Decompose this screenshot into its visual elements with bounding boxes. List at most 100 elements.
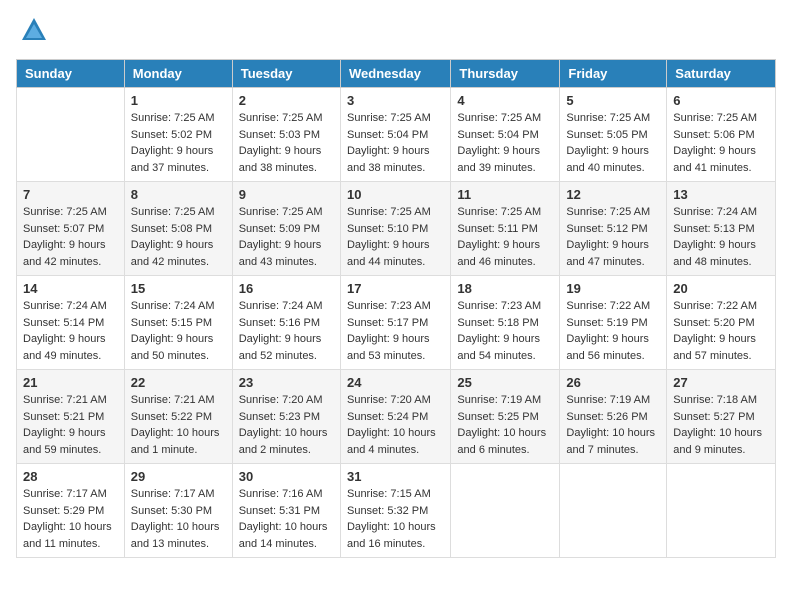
day-number: 21 xyxy=(23,375,118,390)
day-detail: Sunrise: 7:25 AMSunset: 5:08 PMDaylight:… xyxy=(131,204,226,270)
calendar-cell xyxy=(17,88,125,182)
day-detail: Sunrise: 7:24 AMSunset: 5:13 PMDaylight:… xyxy=(673,204,769,270)
calendar-cell: 30 Sunrise: 7:16 AMSunset: 5:31 PMDaylig… xyxy=(232,464,340,558)
day-detail: Sunrise: 7:25 AMSunset: 5:04 PMDaylight:… xyxy=(457,110,553,176)
day-detail: Sunrise: 7:20 AMSunset: 5:24 PMDaylight:… xyxy=(347,392,444,458)
day-detail: Sunrise: 7:21 AMSunset: 5:22 PMDaylight:… xyxy=(131,392,226,458)
calendar-cell: 2 Sunrise: 7:25 AMSunset: 5:03 PMDayligh… xyxy=(232,88,340,182)
calendar-week-row: 14 Sunrise: 7:24 AMSunset: 5:14 PMDaylig… xyxy=(17,276,776,370)
day-detail: Sunrise: 7:23 AMSunset: 5:18 PMDaylight:… xyxy=(457,298,553,364)
calendar-cell: 5 Sunrise: 7:25 AMSunset: 5:05 PMDayligh… xyxy=(560,88,667,182)
calendar-cell: 21 Sunrise: 7:21 AMSunset: 5:21 PMDaylig… xyxy=(17,370,125,464)
weekday-header-sunday: Sunday xyxy=(17,60,125,88)
calendar-cell xyxy=(667,464,776,558)
day-detail: Sunrise: 7:22 AMSunset: 5:20 PMDaylight:… xyxy=(673,298,769,364)
day-number: 16 xyxy=(239,281,334,296)
calendar-cell: 12 Sunrise: 7:25 AMSunset: 5:12 PMDaylig… xyxy=(560,182,667,276)
day-detail: Sunrise: 7:25 AMSunset: 5:02 PMDaylight:… xyxy=(131,110,226,176)
weekday-header-thursday: Thursday xyxy=(451,60,560,88)
day-number: 17 xyxy=(347,281,444,296)
day-detail: Sunrise: 7:25 AMSunset: 5:07 PMDaylight:… xyxy=(23,204,118,270)
day-detail: Sunrise: 7:22 AMSunset: 5:19 PMDaylight:… xyxy=(566,298,660,364)
day-number: 18 xyxy=(457,281,553,296)
calendar-week-row: 28 Sunrise: 7:17 AMSunset: 5:29 PMDaylig… xyxy=(17,464,776,558)
calendar-cell: 20 Sunrise: 7:22 AMSunset: 5:20 PMDaylig… xyxy=(667,276,776,370)
day-number: 2 xyxy=(239,93,334,108)
calendar-cell: 11 Sunrise: 7:25 AMSunset: 5:11 PMDaylig… xyxy=(451,182,560,276)
day-number: 14 xyxy=(23,281,118,296)
day-number: 28 xyxy=(23,469,118,484)
day-detail: Sunrise: 7:25 AMSunset: 5:11 PMDaylight:… xyxy=(457,204,553,270)
calendar-cell: 7 Sunrise: 7:25 AMSunset: 5:07 PMDayligh… xyxy=(17,182,125,276)
logo-text xyxy=(16,16,48,49)
calendar-cell: 1 Sunrise: 7:25 AMSunset: 5:02 PMDayligh… xyxy=(124,88,232,182)
day-number: 29 xyxy=(131,469,226,484)
day-number: 5 xyxy=(566,93,660,108)
calendar-week-row: 1 Sunrise: 7:25 AMSunset: 5:02 PMDayligh… xyxy=(17,88,776,182)
calendar-cell: 6 Sunrise: 7:25 AMSunset: 5:06 PMDayligh… xyxy=(667,88,776,182)
calendar-cell: 3 Sunrise: 7:25 AMSunset: 5:04 PMDayligh… xyxy=(340,88,450,182)
day-detail: Sunrise: 7:20 AMSunset: 5:23 PMDaylight:… xyxy=(239,392,334,458)
logo-icon xyxy=(20,16,48,44)
calendar-cell: 24 Sunrise: 7:20 AMSunset: 5:24 PMDaylig… xyxy=(340,370,450,464)
calendar-cell: 4 Sunrise: 7:25 AMSunset: 5:04 PMDayligh… xyxy=(451,88,560,182)
day-number: 27 xyxy=(673,375,769,390)
day-number: 1 xyxy=(131,93,226,108)
weekday-header-saturday: Saturday xyxy=(667,60,776,88)
day-number: 7 xyxy=(23,187,118,202)
day-number: 26 xyxy=(566,375,660,390)
calendar-cell: 16 Sunrise: 7:24 AMSunset: 5:16 PMDaylig… xyxy=(232,276,340,370)
calendar-cell: 28 Sunrise: 7:17 AMSunset: 5:29 PMDaylig… xyxy=(17,464,125,558)
day-number: 8 xyxy=(131,187,226,202)
day-detail: Sunrise: 7:17 AMSunset: 5:30 PMDaylight:… xyxy=(131,486,226,552)
day-number: 6 xyxy=(673,93,769,108)
calendar-cell: 8 Sunrise: 7:25 AMSunset: 5:08 PMDayligh… xyxy=(124,182,232,276)
day-detail: Sunrise: 7:21 AMSunset: 5:21 PMDaylight:… xyxy=(23,392,118,458)
calendar-table: SundayMondayTuesdayWednesdayThursdayFrid… xyxy=(16,59,776,558)
day-detail: Sunrise: 7:17 AMSunset: 5:29 PMDaylight:… xyxy=(23,486,118,552)
day-detail: Sunrise: 7:25 AMSunset: 5:03 PMDaylight:… xyxy=(239,110,334,176)
day-detail: Sunrise: 7:25 AMSunset: 5:06 PMDaylight:… xyxy=(673,110,769,176)
page-header xyxy=(16,16,776,49)
day-detail: Sunrise: 7:25 AMSunset: 5:12 PMDaylight:… xyxy=(566,204,660,270)
calendar-cell: 15 Sunrise: 7:24 AMSunset: 5:15 PMDaylig… xyxy=(124,276,232,370)
day-detail: Sunrise: 7:25 AMSunset: 5:05 PMDaylight:… xyxy=(566,110,660,176)
calendar-cell: 14 Sunrise: 7:24 AMSunset: 5:14 PMDaylig… xyxy=(17,276,125,370)
day-detail: Sunrise: 7:18 AMSunset: 5:27 PMDaylight:… xyxy=(673,392,769,458)
day-number: 19 xyxy=(566,281,660,296)
day-number: 25 xyxy=(457,375,553,390)
day-number: 3 xyxy=(347,93,444,108)
day-detail: Sunrise: 7:19 AMSunset: 5:25 PMDaylight:… xyxy=(457,392,553,458)
calendar-cell: 10 Sunrise: 7:25 AMSunset: 5:10 PMDaylig… xyxy=(340,182,450,276)
calendar-cell: 19 Sunrise: 7:22 AMSunset: 5:19 PMDaylig… xyxy=(560,276,667,370)
weekday-header-tuesday: Tuesday xyxy=(232,60,340,88)
day-detail: Sunrise: 7:19 AMSunset: 5:26 PMDaylight:… xyxy=(566,392,660,458)
day-detail: Sunrise: 7:25 AMSunset: 5:09 PMDaylight:… xyxy=(239,204,334,270)
calendar-cell: 18 Sunrise: 7:23 AMSunset: 5:18 PMDaylig… xyxy=(451,276,560,370)
day-number: 15 xyxy=(131,281,226,296)
day-number: 9 xyxy=(239,187,334,202)
calendar-week-row: 7 Sunrise: 7:25 AMSunset: 5:07 PMDayligh… xyxy=(17,182,776,276)
day-number: 12 xyxy=(566,187,660,202)
day-detail: Sunrise: 7:24 AMSunset: 5:15 PMDaylight:… xyxy=(131,298,226,364)
calendar-cell: 31 Sunrise: 7:15 AMSunset: 5:32 PMDaylig… xyxy=(340,464,450,558)
day-number: 31 xyxy=(347,469,444,484)
calendar-cell: 29 Sunrise: 7:17 AMSunset: 5:30 PMDaylig… xyxy=(124,464,232,558)
day-number: 20 xyxy=(673,281,769,296)
calendar-cell: 9 Sunrise: 7:25 AMSunset: 5:09 PMDayligh… xyxy=(232,182,340,276)
day-number: 22 xyxy=(131,375,226,390)
day-detail: Sunrise: 7:16 AMSunset: 5:31 PMDaylight:… xyxy=(239,486,334,552)
calendar-cell: 13 Sunrise: 7:24 AMSunset: 5:13 PMDaylig… xyxy=(667,182,776,276)
day-detail: Sunrise: 7:24 AMSunset: 5:16 PMDaylight:… xyxy=(239,298,334,364)
calendar-cell: 26 Sunrise: 7:19 AMSunset: 5:26 PMDaylig… xyxy=(560,370,667,464)
calendar-cell xyxy=(451,464,560,558)
calendar-cell: 22 Sunrise: 7:21 AMSunset: 5:22 PMDaylig… xyxy=(124,370,232,464)
calendar-header-row: SundayMondayTuesdayWednesdayThursdayFrid… xyxy=(17,60,776,88)
calendar-cell: 17 Sunrise: 7:23 AMSunset: 5:17 PMDaylig… xyxy=(340,276,450,370)
day-detail: Sunrise: 7:23 AMSunset: 5:17 PMDaylight:… xyxy=(347,298,444,364)
weekday-header-wednesday: Wednesday xyxy=(340,60,450,88)
day-detail: Sunrise: 7:15 AMSunset: 5:32 PMDaylight:… xyxy=(347,486,444,552)
day-number: 11 xyxy=(457,187,553,202)
weekday-header-friday: Friday xyxy=(560,60,667,88)
calendar-cell: 23 Sunrise: 7:20 AMSunset: 5:23 PMDaylig… xyxy=(232,370,340,464)
